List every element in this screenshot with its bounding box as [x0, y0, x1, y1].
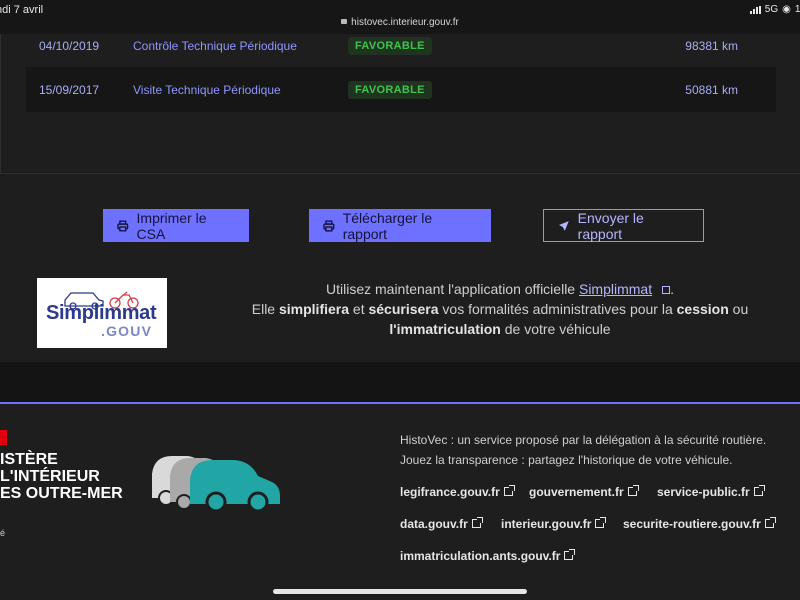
print-csa-label: Imprimer le CSA [136, 209, 207, 242]
footer-link-label: interieur.gouv.fr [501, 517, 592, 531]
technical-control-history: 04/10/2019 Contrôle Technique Périodique… [0, 34, 800, 174]
external-link-icon [627, 485, 639, 496]
result-badge: FAVORABLE [348, 36, 432, 55]
print-csa-button[interactable]: Imprimer le CSA [103, 209, 249, 242]
marianne-flag [0, 430, 7, 445]
history-type: Visite Technique Périodique [133, 82, 281, 97]
promo-bold: simplifiera [278, 301, 350, 317]
history-row: 04/10/2019 Contrôle Technique Périodique… [26, 23, 776, 68]
history-type: Contrôle Technique Périodique [133, 38, 297, 53]
footer-link-label: gouvernement.fr [529, 485, 624, 499]
result-badge: FAVORABLE [348, 80, 432, 99]
motto-fragment: é [0, 528, 6, 538]
promo-text: Elle [251, 301, 279, 317]
focus-icon: ◉ [782, 4, 791, 15]
promo-text: Utilisez maintenant l'application offici… [325, 281, 579, 297]
ministry-line: L'INTÉRIEUR [0, 468, 100, 485]
status-date: ndi 7 avril [0, 4, 44, 16]
promo-text: ou [728, 301, 749, 317]
external-link-icon [595, 517, 607, 528]
promo-bold: l'immatriculation [389, 321, 501, 337]
send-report-button[interactable]: Envoyer le rapport [543, 209, 704, 242]
external-link-icon [753, 485, 765, 496]
footer-link-label: immatriculation.ants.gouv.fr [400, 549, 561, 563]
footer-link-data-gouv[interactable]: data.gouv.fr [400, 517, 483, 531]
footer-link-label: data.gouv.fr [400, 517, 468, 531]
footer-link-interieur[interactable]: interieur.gouv.fr [501, 517, 607, 531]
external-link-icon [564, 549, 576, 560]
network-label: 5G [764, 4, 779, 15]
download-report-button[interactable]: Télécharger le rapport [309, 209, 491, 242]
battery-label: 10 [794, 4, 800, 15]
footer-desc-line: HistoVec : un service proposé par la dél… [400, 433, 767, 447]
history-km: 98381 km [685, 38, 738, 53]
history-date: 04/10/2019 [39, 38, 100, 53]
history-km: 50881 km [685, 82, 738, 97]
status-indicators: 5G ◉ 10 [749, 4, 800, 15]
footer-link-gouvernement[interactable]: gouvernement.fr [529, 485, 639, 499]
history-row: 15/09/2017 Visite Technique Périodique F… [26, 67, 776, 112]
home-indicator[interactable] [273, 589, 527, 594]
footer-desc-line: Jouez la transparence : partagez l'histo… [400, 453, 733, 467]
footer-link-service-public[interactable]: service-public.fr [657, 485, 765, 499]
section-divider [0, 362, 800, 402]
external-link-icon [503, 485, 515, 496]
simplimmat-logo[interactable]: Simplimmat .GOUV [37, 278, 167, 348]
external-link-icon [662, 286, 671, 294]
download-report-label: Télécharger le rapport [342, 209, 433, 242]
signal-icon [749, 5, 761, 14]
footer-link-ants[interactable]: immatriculation.ants.gouv.fr [400, 549, 576, 563]
promo-line-1: Utilisez maintenant l'application offici… [170, 279, 800, 299]
ministry-line: ES OUTRE-MER [0, 485, 123, 502]
promo-text: et [349, 301, 369, 317]
promo-line-2: Elle simplifiera et sécurisera vos forma… [170, 299, 800, 319]
promo-bold: sécurisera [368, 301, 439, 317]
footer-description: HistoVec : un service proposé par la dél… [400, 430, 766, 470]
send-icon [558, 220, 569, 231]
simplimmat-logo-word: Simplimmat [46, 302, 157, 324]
promo-text: vos formalités administratives pour la [438, 301, 677, 317]
ministry-line: ISTÈRE [0, 451, 58, 468]
footer-link-legifrance[interactable]: legifrance.gouv.fr [400, 485, 515, 499]
ministry-block[interactable]: ISTÈRE L'INTÉRIEUR ES OUTRE-MER [0, 451, 123, 502]
send-report-label: Envoyer le rapport [577, 209, 644, 242]
simplimmat-promo-text: Utilisez maintenant l'application offici… [170, 279, 800, 339]
printer-icon [323, 219, 335, 232]
promo-text: de votre véhicule [500, 321, 611, 337]
simplimmat-link-label: Simplimmat [578, 281, 653, 297]
promo-line-3: l'immatriculation de votre véhicule [170, 319, 800, 339]
footer-link-label: service-public.fr [657, 485, 750, 499]
simplimmat-link[interactable]: Simplimmat [578, 281, 671, 297]
promo-bold: cession [676, 301, 729, 317]
history-date: 15/09/2017 [39, 82, 100, 97]
promo-text: . [670, 281, 674, 297]
footer: ISTÈRE L'INTÉRIEUR ES OUTRE-MER é HistoV… [0, 402, 800, 600]
histovec-cars-logo [152, 456, 280, 513]
footer-link-label: legifrance.gouv.fr [400, 485, 500, 499]
simplimmat-logo-suffix: .GOUV [101, 323, 153, 339]
external-link-icon [471, 517, 483, 528]
external-link-icon [764, 517, 776, 528]
footer-link-securite-routiere[interactable]: securite-routiere.gouv.fr [623, 517, 776, 531]
printer-icon [117, 220, 129, 231]
footer-link-label: securite-routiere.gouv.fr [623, 517, 761, 531]
